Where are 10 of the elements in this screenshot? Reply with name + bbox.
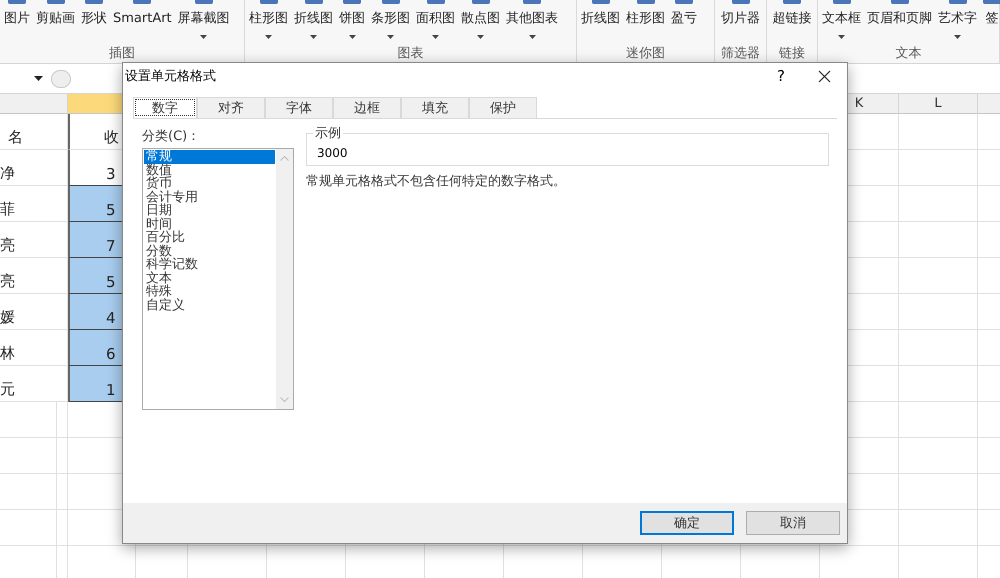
group-label: 链接 (778, 46, 806, 62)
group-label: 插图 (108, 46, 136, 62)
sample-label: 示例 (313, 124, 343, 142)
window-title: 设置单元格格式 (125, 68, 217, 85)
group-label: 迷你图 (625, 46, 666, 62)
group-label: 筛选器 (720, 46, 761, 62)
sample-value: 3000 (317, 146, 348, 160)
description-text: 常规单元格格式不包含任何特定的数字格式。 (306, 173, 567, 190)
group-label: 文本 (894, 46, 922, 62)
group-label: 图表 (396, 46, 424, 62)
